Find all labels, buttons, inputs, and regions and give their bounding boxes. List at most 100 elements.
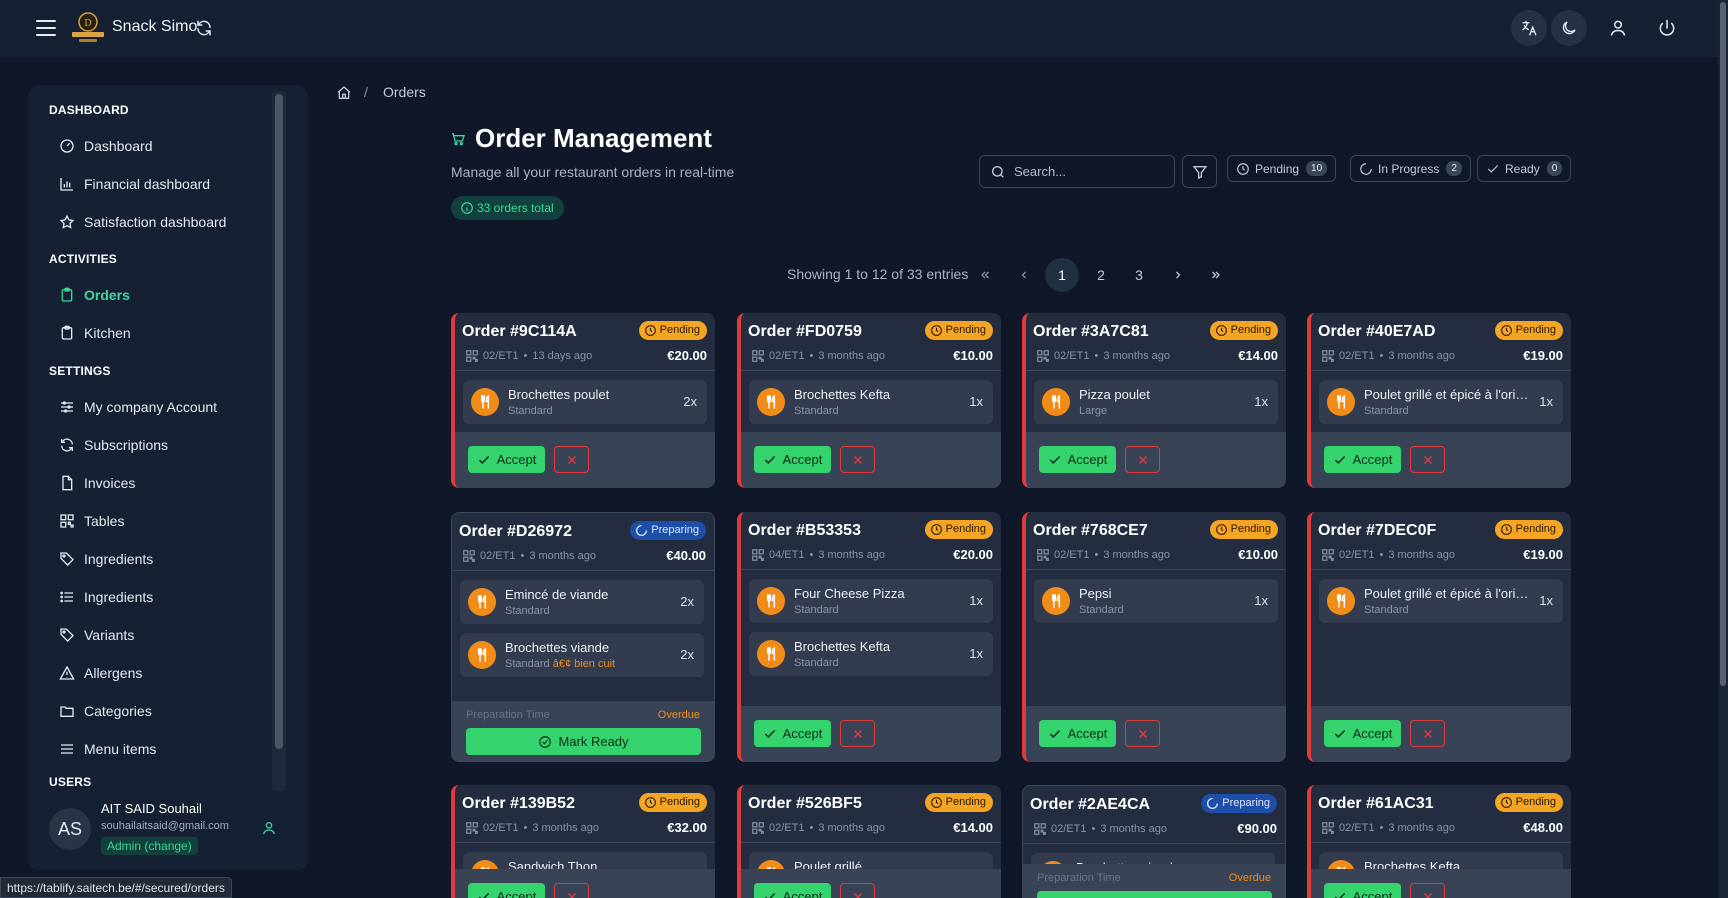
order-card-header: Order #3A7C81 Pending 02/ET1 • 3 months ago €… [1026,313,1286,371]
sidebar-item-label: Allergens [84,665,143,681]
pagination-last-button[interactable] [1199,258,1233,292]
sidebar-item-invoices[interactable]: Invoices [59,468,279,498]
filter-pending-button[interactable]: Pending 10 [1227,155,1337,182]
order-price: €19.00 [1523,547,1563,562]
sidebar-item-kitchen[interactable]: Kitchen [59,318,279,348]
order-card[interactable]: Order #40E7AD Pending 02/ET1 • 3 months ago €… [1307,313,1571,488]
order-card[interactable]: Order #2AE4CA Preparing 02/ET1 • 3 months ag… [1022,785,1286,898]
filter-in-progress-button[interactable]: In Progress 2 [1350,155,1471,182]
order-card-footer: Accept [741,432,1001,488]
reject-button[interactable] [1410,720,1445,747]
reject-button[interactable] [1410,446,1445,473]
sidebar-item-subscriptions[interactable]: Subscriptions [59,430,279,460]
sidebar-item-ingredients-list[interactable]: Ingredients [59,582,279,612]
sidebar-item-menu-items[interactable]: Menu items [59,734,279,764]
order-price: €10.00 [953,348,993,363]
window-scrollbar-thumb[interactable] [1720,2,1726,686]
sidebar-item-ingredients[interactable]: Ingredients [59,544,279,574]
reject-button[interactable] [1125,446,1160,473]
sidebar-item-orders[interactable]: Orders [59,280,279,310]
power-logout-icon[interactable] [1649,10,1685,46]
order-id: Order #61AC31 [1318,795,1434,812]
filter-button[interactable] [1182,155,1217,188]
pagination-next-button[interactable] [1161,258,1195,292]
sidebar-item-categories[interactable]: Categories [59,696,279,726]
order-price: €32.00 [667,820,707,835]
table-number: 02/ET1 [1054,549,1090,561]
pagination-prev-button[interactable] [1007,258,1041,292]
accept-button[interactable]: Accept [1324,883,1401,898]
user-role-badge[interactable]: Admin (change) [101,837,198,855]
accept-label: Accept [496,889,537,898]
search-input[interactable] [1014,156,1169,187]
sidebar-item-variants[interactable]: Variants [59,620,279,650]
order-card-footer: Accept [1026,432,1286,488]
order-time: 3 months ago [1100,823,1167,835]
filter-ready-button[interactable]: Ready 0 [1477,155,1572,182]
dark-mode-moon-icon[interactable] [1551,10,1587,46]
sidebar-item-tables[interactable]: Tables [59,506,279,536]
accept-button[interactable]: Accept [1039,720,1116,747]
mark-ready-button[interactable]: Mark Ready [466,728,701,755]
status-label: Pending [1230,523,1271,535]
order-card[interactable]: Order #9C114A Pending 02/ET1 • 13 days ago €2… [451,313,715,488]
sidebar-item-satisfaction-dashboard[interactable]: Satisfaction dashboard [59,207,279,237]
accept-button[interactable]: Accept [468,446,545,473]
user-profile-icon[interactable] [1600,10,1636,46]
sidebar-scrollbar-thumb[interactable] [275,94,283,749]
order-card[interactable]: Order #FD0759 Pending 02/ET1 • 3 months ago €… [737,313,1001,488]
item-variant-label: Large [1079,405,1108,417]
item-quantity: 1x [969,593,983,608]
reject-button[interactable] [554,883,589,898]
item-variant: Standard [1364,405,1409,417]
sidebar-item-company-account[interactable]: My company Account [59,392,279,422]
accept-button[interactable]: Accept [754,446,831,473]
reject-button[interactable] [554,446,589,473]
hamburger-menu-icon[interactable] [36,20,56,36]
order-card[interactable]: Order #7DEC0F Pending 02/ET1 • 3 months ago €… [1307,512,1571,762]
accept-button[interactable]: Accept [754,720,831,747]
avatar[interactable]: AS [49,808,91,850]
section-users: USERS [49,775,92,789]
sidebar-item-financial-dashboard[interactable]: Financial dashboard [59,169,279,199]
user-icon[interactable] [261,820,277,836]
order-card[interactable]: Order #768CE7 Pending 02/ET1 • 3 months ago €… [1022,512,1286,762]
language-translate-icon[interactable] [1511,10,1547,46]
sidebar-scrollbar[interactable] [272,91,286,791]
pagination-page-1[interactable]: 1 [1045,258,1079,292]
utensils-icon [1336,593,1346,608]
reject-button[interactable] [840,883,875,898]
pagination-first-button[interactable] [968,258,1002,292]
sidebar-item-dashboard[interactable]: Dashboard [59,131,279,161]
pagination-page-2[interactable]: 2 [1084,258,1118,292]
accept-button[interactable]: Accept [754,883,831,898]
bar-chart-icon [60,178,73,191]
order-card[interactable]: Order #139B52 Pending 02/ET1 • 3 months ago €… [451,785,715,898]
order-time: 3 months ago [1388,549,1455,561]
accept-button[interactable]: Accept [468,883,545,898]
status-badge: Preparing [1201,794,1277,813]
home-icon[interactable] [336,85,352,101]
accept-button[interactable]: Accept [1324,720,1401,747]
reject-button[interactable] [1125,720,1160,747]
order-card[interactable]: Order #3A7C81 Pending 02/ET1 • 3 months ago €… [1022,313,1286,488]
sidebar-item-label: Ingredients [84,551,154,567]
order-meta: 02/ET1 • 3 months ago [1321,548,1455,562]
order-card[interactable]: Order #D26972 Preparing 02/ET1 • 3 months ag… [451,512,715,762]
order-item: Poulet grillé et épicé à l'orient... Stan… [1319,579,1563,623]
filter-label: In Progress [1378,161,1440,176]
accept-button[interactable]: Accept [1324,446,1401,473]
mark-ready-button[interactable]: Mark Ready [1037,891,1272,898]
window-scrollbar[interactable] [1718,0,1728,898]
reject-button[interactable] [1410,883,1445,898]
order-card[interactable]: Order #61AC31 Pending 02/ET1 • 3 months ago €… [1307,785,1571,898]
order-card-header: Order #2AE4CA Preparing 02/ET1 • 3 months ag… [1023,786,1285,844]
sidebar-item-allergens[interactable]: Allergens [59,658,279,688]
order-card[interactable]: Order #B53353 Pending 04/ET1 • 3 months ago €… [737,512,1001,762]
order-card[interactable]: Order #526BF5 Pending 02/ET1 • 3 months ago €… [737,785,1001,898]
reject-button[interactable] [840,720,875,747]
reject-button[interactable] [840,446,875,473]
refresh-icon[interactable] [195,19,213,37]
accept-button[interactable]: Accept [1039,446,1116,473]
pagination-page-3[interactable]: 3 [1122,258,1156,292]
